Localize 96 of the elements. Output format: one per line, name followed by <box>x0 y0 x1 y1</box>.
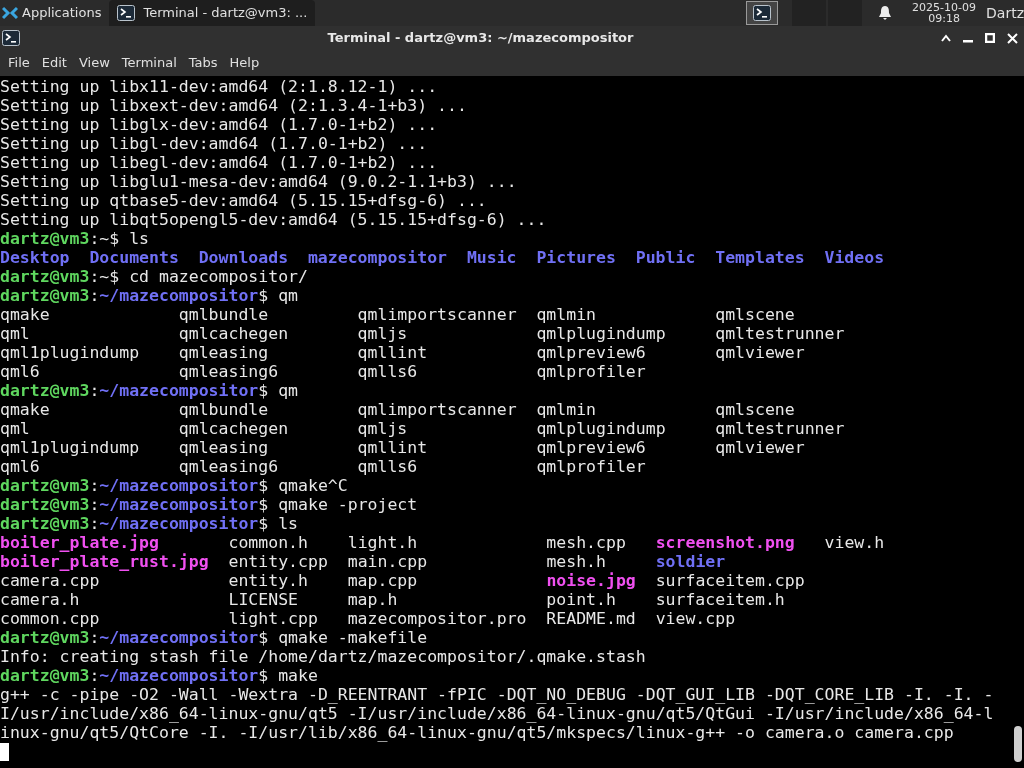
terminal-text: qmake qmlbundle qmlimportscanner qmlmin qmlscene <box>0 305 795 324</box>
directory-name: soldier <box>655 552 726 571</box>
terminal-text: common.cpp light.cpp mazecompositor.pro README.md view.cpp <box>0 609 736 628</box>
image-file-name: boiler_plate_rust.jpg <box>0 552 209 571</box>
directory-name: Templates <box>715 248 805 267</box>
terminal-text: : <box>89 495 100 514</box>
terminal-text: $ qm <box>258 381 299 400</box>
maximize-icon[interactable] <box>985 33 995 43</box>
directory-name: Public <box>635 248 696 267</box>
scrollbar-thumb[interactable] <box>1014 726 1022 762</box>
directory-name: mazecompositor <box>307 248 447 267</box>
directory-name: ~/mazecompositor <box>99 381 259 400</box>
directory-name: ~/mazecompositor <box>99 628 259 647</box>
prompt-user: dartz@vm3 <box>0 381 90 400</box>
terminal-text: common.h light.h mesh.cpp <box>227 533 627 552</box>
terminal-text: camera.h LICENSE map.h point.h surfaceitem.h <box>0 590 785 609</box>
terminal-text: qmake qmlbundle qmlimportscanner qmlmin qmlscene <box>0 400 795 419</box>
menu-item[interactable]: Help <box>223 53 266 73</box>
terminal-text: g++ -c -pipe -O2 -Wall -Wextra -D_REENTRANT -fPIC -DQT_NO_DEBUG -DQT_GUI_LIB -DQT_CORE_LIB -I. -I. - <box>0 685 994 704</box>
terminal-text: qml6 qmleasing6 qmlls6 qmlprofiler <box>0 362 646 381</box>
clock-time: 09:18 <box>928 13 960 24</box>
terminal-text: : <box>89 381 100 400</box>
directory-name: Videos <box>824 248 885 267</box>
close-icon[interactable] <box>1007 32 1018 44</box>
bell-icon <box>878 5 893 21</box>
terminal-text: : <box>89 476 100 495</box>
terminal-text: camera.cpp entity.h map.cpp <box>0 571 419 590</box>
terminal-text: qml6 qmleasing6 qmlls6 qmlprofiler <box>0 457 646 476</box>
terminal-text: $ make <box>258 666 318 685</box>
directory-name: ~/mazecompositor <box>99 495 259 514</box>
directory-name: Downloads <box>198 248 289 267</box>
text-cursor <box>0 742 9 761</box>
terminal-text: Setting up qtbase5-dev:amd64 (5.15.15+dfsg-6) ... <box>0 191 487 210</box>
terminal-text: : <box>89 286 100 305</box>
terminal-text: qml qmlcachegen qmljs qmlplugindump qmltestrunner <box>0 324 845 343</box>
menu-item[interactable]: Tabs <box>182 53 224 73</box>
terminal-text: qml qmlcachegen qmljs qmlplugindump qmltestrunner <box>0 419 845 438</box>
terminal-text: entity.cpp main.cpp mesh.h <box>227 552 607 571</box>
terminal-text: $ ls <box>258 514 299 533</box>
directory-name: Pictures <box>536 248 616 267</box>
shade-icon[interactable] <box>941 34 951 42</box>
terminal-icon <box>2 30 20 46</box>
terminal-text: Setting up libgl-dev:amd64 (1.7.0-1+b2) ... <box>0 134 428 153</box>
prompt-user: dartz@vm3 <box>0 476 90 495</box>
terminal-text: I/usr/include/x86_64-linux-gnu/qt5 -I/usr/include/x86_64-linux-gnu/qt5/QtGui -I/usr/include/x86_64-l <box>0 704 994 723</box>
terminal-text: Info: creating stash file /home/dartz/mazecompositor/.qmake.stash <box>0 647 646 666</box>
terminal-text: Setting up libglx-dev:amd64 (1.7.0-1+b2) ... <box>0 115 438 134</box>
terminal-text: Setting up libegl-dev:amd64 (1.7.0-1+b2) ... <box>0 153 438 172</box>
menu-item[interactable]: Terminal <box>115 53 183 73</box>
directory-name: Music <box>466 248 517 267</box>
directory-name: Desktop <box>0 248 70 267</box>
terminal-text: $ qmake^C <box>258 476 348 495</box>
terminal-text: qml1plugindump qmleasing qmllint qmlpreview6 qmlviewer <box>0 343 805 362</box>
menu-item[interactable]: View <box>72 53 116 73</box>
terminal-text: Setting up libxext-dev:amd64 (2:1.3.4-1+b3) ... <box>0 96 467 115</box>
prompt-user: dartz@vm3 <box>0 267 90 286</box>
prompt-user: dartz@vm3 <box>0 286 90 305</box>
terminal-text: Setting up libglu1-mesa-dev:amd64 (9.0.2-1.1+b3) ... <box>0 172 517 191</box>
terminal-text: view.h <box>823 533 885 552</box>
terminal-text: : <box>89 628 100 647</box>
image-file-name: boiler_plate.jpg <box>0 533 159 552</box>
directory-name: ~/mazecompositor <box>99 286 259 305</box>
directory-name: ~/mazecompositor <box>99 666 259 685</box>
terminal-text: :~$ cd mazecompositor/ <box>89 267 308 286</box>
prompt-user: dartz@vm3 <box>0 666 90 685</box>
terminal-launcher[interactable] <box>746 1 779 25</box>
directory-name: Documents <box>89 248 179 267</box>
window-title: Terminal - dartz@vm3: ~/mazecompositor <box>326 29 635 48</box>
clock-date: 2025-10-09 <box>912 2 977 13</box>
logo-icon <box>2 5 18 21</box>
terminal-text: $ qmake -project <box>258 495 418 514</box>
image-file-name: screenshot.png <box>655 533 795 552</box>
user-name: Dartz <box>986 3 1024 23</box>
terminal-text: qml1plugindump qmleasing qmllint qmlpreview6 qmlviewer <box>0 438 805 457</box>
directory-name: ~/mazecompositor <box>99 476 259 495</box>
taskbar-button[interactable]: Terminal - dartz@vm3: ... <box>109 0 316 26</box>
terminal-text: $ qmake -makefile <box>258 628 428 647</box>
directory-name: ~/mazecompositor <box>99 514 259 533</box>
terminal-text: $ qm <box>258 286 299 305</box>
terminal-text: :~$ ls <box>89 229 149 248</box>
terminal-text: surfaceitem.cpp <box>654 571 805 590</box>
menu-item[interactable]: File <box>2 53 36 73</box>
prompt-user: dartz@vm3 <box>0 514 90 533</box>
terminal-text: Setting up libqt5opengl5-dev:amd64 (5.15.15+dfsg-6) ... <box>0 210 547 229</box>
terminal-text: inux-gnu/qt5/QtCore -I. -I/usr/lib/x86_64-linux-gnu/qt5/mkspecs/linux-g++ -o camera.o camera.cpp <box>0 723 954 742</box>
applications-menu[interactable]: Applications <box>0 0 110 26</box>
prompt-user: dartz@vm3 <box>0 628 90 647</box>
image-file-name: noise.jpg <box>546 571 636 590</box>
prompt-user: dartz@vm3 <box>0 495 90 514</box>
terminal-icon <box>117 5 136 21</box>
terminal-text: : <box>89 514 100 533</box>
prompt-user: dartz@vm3 <box>0 229 90 248</box>
terminal-text: Setting up libx11-dev:amd64 (2:1.8.12-1) ... <box>0 77 438 96</box>
terminal-text: : <box>89 666 100 685</box>
menu-item[interactable]: Edit <box>35 53 73 73</box>
terminal-icon <box>753 5 772 21</box>
